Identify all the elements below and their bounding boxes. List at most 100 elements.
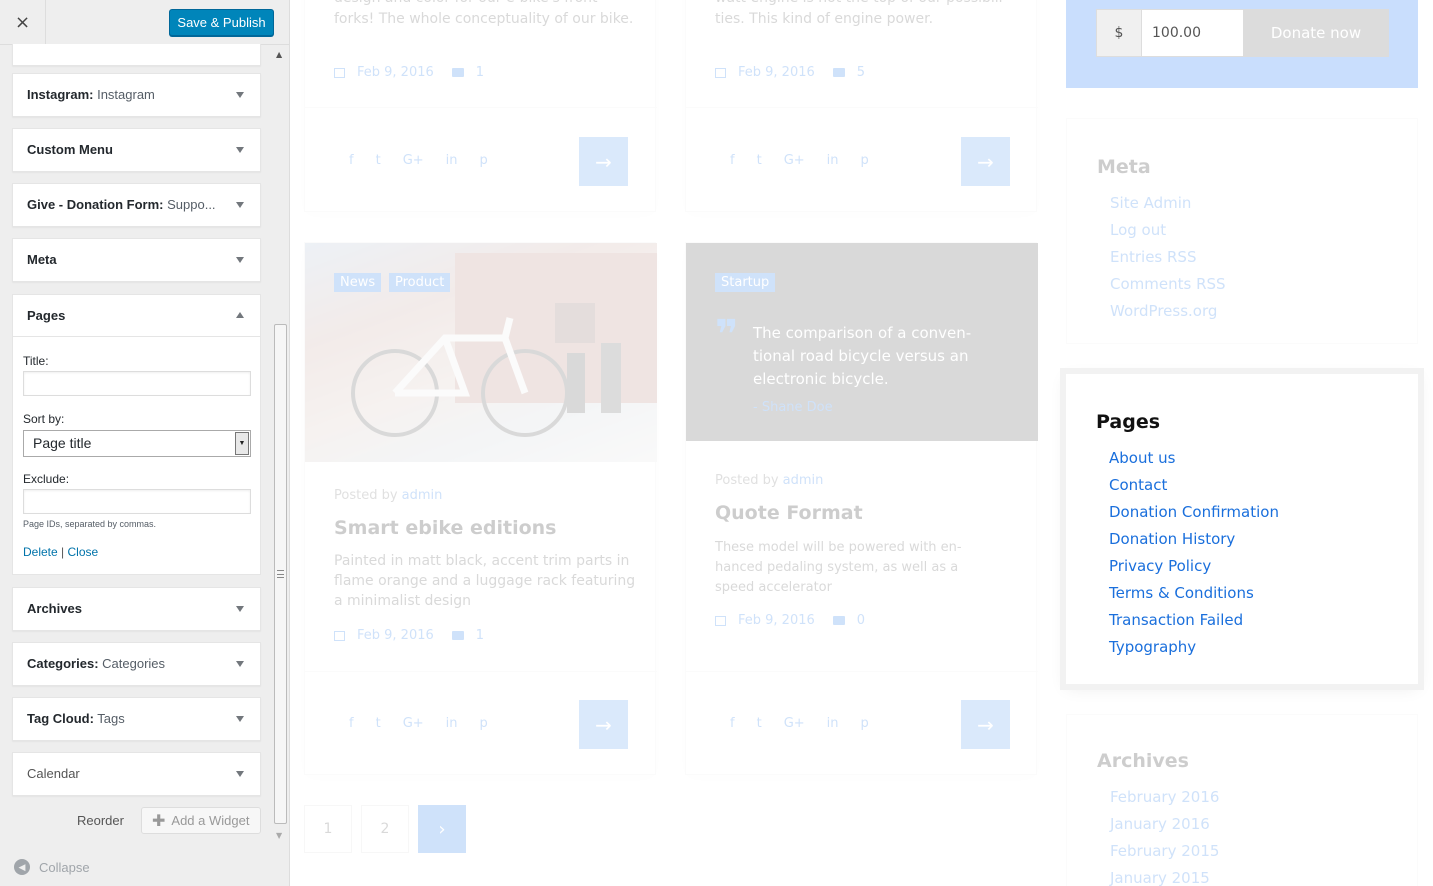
pinterest-icon[interactable]: p: [861, 153, 869, 168]
author-link[interactable]: admin: [402, 488, 443, 503]
page-link-typography[interactable]: Typography: [1109, 634, 1279, 661]
page-link-donation-history[interactable]: Donation History: [1109, 526, 1279, 553]
widget-pages-header[interactable]: Pages: [13, 295, 260, 337]
linkedin-icon[interactable]: in: [446, 716, 458, 731]
post-comments[interactable]: 0: [857, 613, 865, 628]
add-widget-button[interactable]: ✚ Add a Widget: [141, 807, 261, 834]
sort-by-select[interactable]: Page title ▼: [23, 430, 251, 457]
share-icons: f t G+ in p: [349, 716, 488, 731]
widget-tag-cloud[interactable]: Tag Cloud: Tags: [12, 697, 261, 741]
page-2-link[interactable]: 2: [361, 805, 409, 853]
delete-link[interactable]: Delete: [23, 545, 58, 559]
reorder-link[interactable]: Reorder: [77, 813, 124, 828]
close-customizer-button[interactable]: ×: [0, 0, 46, 45]
post-comments[interactable]: 1: [476, 65, 484, 80]
author-link[interactable]: admin: [783, 473, 824, 488]
category-tag[interactable]: Product: [389, 273, 451, 292]
close-link[interactable]: Close: [67, 545, 98, 559]
collapse-button[interactable]: ◀ Collapse: [14, 859, 90, 875]
pinterest-icon[interactable]: p: [480, 153, 488, 168]
chevron-down-icon[interactable]: [236, 716, 244, 722]
facebook-icon[interactable]: f: [730, 153, 735, 168]
facebook-icon[interactable]: f: [349, 716, 354, 731]
archive-link[interactable]: February 2015: [1110, 838, 1219, 865]
read-more-arrow-icon[interactable]: →: [579, 137, 628, 186]
linkedin-icon[interactable]: in: [827, 716, 839, 731]
facebook-icon[interactable]: f: [730, 716, 735, 731]
dropdown-arrow-icon[interactable]: ▼: [235, 432, 249, 455]
post-comments[interactable]: 1: [476, 628, 484, 643]
post-title[interactable]: Quote Format: [715, 502, 863, 524]
googleplus-icon[interactable]: G+: [403, 153, 424, 168]
archive-link[interactable]: January 2016: [1110, 811, 1219, 838]
post-date[interactable]: Feb 9, 2016: [357, 628, 434, 643]
chevron-down-icon[interactable]: [236, 661, 244, 667]
chevron-down-icon[interactable]: [236, 147, 244, 153]
page-link-privacy-policy[interactable]: Privacy Policy: [1109, 553, 1279, 580]
category-tag[interactable]: News: [334, 273, 382, 292]
twitter-icon[interactable]: t: [376, 153, 381, 168]
next-page-icon[interactable]: ›: [418, 805, 466, 853]
linkedin-icon[interactable]: in: [827, 153, 839, 168]
widget-meta[interactable]: Meta: [12, 238, 261, 282]
googleplus-icon[interactable]: G+: [403, 716, 424, 731]
page-1-link[interactable]: 1: [304, 805, 352, 853]
meta-link[interactable]: Log out: [1110, 217, 1226, 244]
donation-amount-input[interactable]: 100.00: [1141, 9, 1244, 57]
read-more-arrow-icon[interactable]: →: [961, 700, 1010, 749]
post-excerpt: a minimalist design: [334, 593, 471, 609]
page-link-transaction-failed[interactable]: Transaction Failed: [1109, 607, 1279, 634]
title-input[interactable]: [23, 371, 251, 396]
meta-link[interactable]: Comments RSS: [1110, 271, 1226, 298]
twitter-icon[interactable]: t: [757, 153, 762, 168]
page-link-about-us[interactable]: About us: [1109, 445, 1279, 472]
chevron-up-icon[interactable]: [236, 312, 244, 318]
scroll-up-icon[interactable]: ▲: [276, 50, 282, 59]
read-more-arrow-icon[interactable]: →: [961, 137, 1010, 186]
widget-give-donation-form[interactable]: Give - Donation Form: Suppo...: [12, 183, 261, 227]
pinterest-icon[interactable]: p: [480, 716, 488, 731]
sidebar-scrollbar[interactable]: ▲ ▼: [273, 45, 289, 845]
chevron-down-icon[interactable]: [236, 202, 244, 208]
scrollbar-thumb[interactable]: [274, 324, 287, 824]
chevron-down-icon[interactable]: [236, 771, 244, 777]
widget-custom-menu[interactable]: Custom Menu: [12, 128, 261, 172]
post-date[interactable]: Feb 9, 2016: [357, 65, 434, 80]
category-tag[interactable]: Startup: [715, 273, 776, 292]
archive-link[interactable]: January 2015: [1110, 865, 1219, 886]
linkedin-icon[interactable]: in: [446, 153, 458, 168]
googleplus-icon[interactable]: G+: [784, 716, 805, 731]
post-title[interactable]: Smart ebike editions: [334, 517, 556, 539]
twitter-icon[interactable]: t: [757, 716, 762, 731]
chevron-down-icon[interactable]: [236, 92, 244, 98]
post-comments[interactable]: 5: [857, 65, 865, 80]
scroll-down-icon[interactable]: ▼: [276, 831, 282, 840]
post-date[interactable]: Feb 9, 2016: [738, 65, 815, 80]
read-more-arrow-icon[interactable]: →: [579, 700, 628, 749]
save-publish-button[interactable]: Save & Publish: [169, 9, 274, 36]
googleplus-icon[interactable]: G+: [784, 153, 805, 168]
meta-link[interactable]: Entries RSS: [1110, 244, 1226, 271]
site-preview: design and color for our e-bike's front …: [290, 0, 1433, 886]
widget-row-partial[interactable]: [12, 44, 261, 66]
widget-instagram[interactable]: Instagram: Instagram: [12, 73, 261, 117]
chevron-down-icon[interactable]: [236, 257, 244, 263]
widget-archives[interactable]: Archives: [12, 587, 261, 631]
donate-now-button[interactable]: Donate now: [1243, 9, 1389, 57]
archives-widget: Archives February 2016 January 2016 Febr…: [1066, 714, 1418, 886]
facebook-icon[interactable]: f: [349, 153, 354, 168]
pinterest-icon[interactable]: p: [861, 716, 869, 731]
twitter-icon[interactable]: t: [376, 716, 381, 731]
chevron-down-icon[interactable]: [236, 606, 244, 612]
page-link-donation-confirmation[interactable]: Donation Confirmation: [1109, 499, 1279, 526]
meta-link[interactable]: WordPress.org: [1110, 298, 1226, 325]
post-date[interactable]: Feb 9, 2016: [738, 613, 815, 628]
page-link-contact[interactable]: Contact: [1109, 472, 1279, 499]
exclude-input[interactable]: [23, 489, 251, 514]
meta-link[interactable]: Site Admin: [1110, 190, 1226, 217]
widget-calendar[interactable]: Calendar: [12, 752, 261, 796]
widget-categories[interactable]: Categories: Categories: [12, 642, 261, 686]
plus-icon: ✚: [152, 812, 166, 830]
page-link-terms-conditions[interactable]: Terms & Conditions: [1109, 580, 1279, 607]
archive-link[interactable]: February 2016: [1110, 784, 1219, 811]
